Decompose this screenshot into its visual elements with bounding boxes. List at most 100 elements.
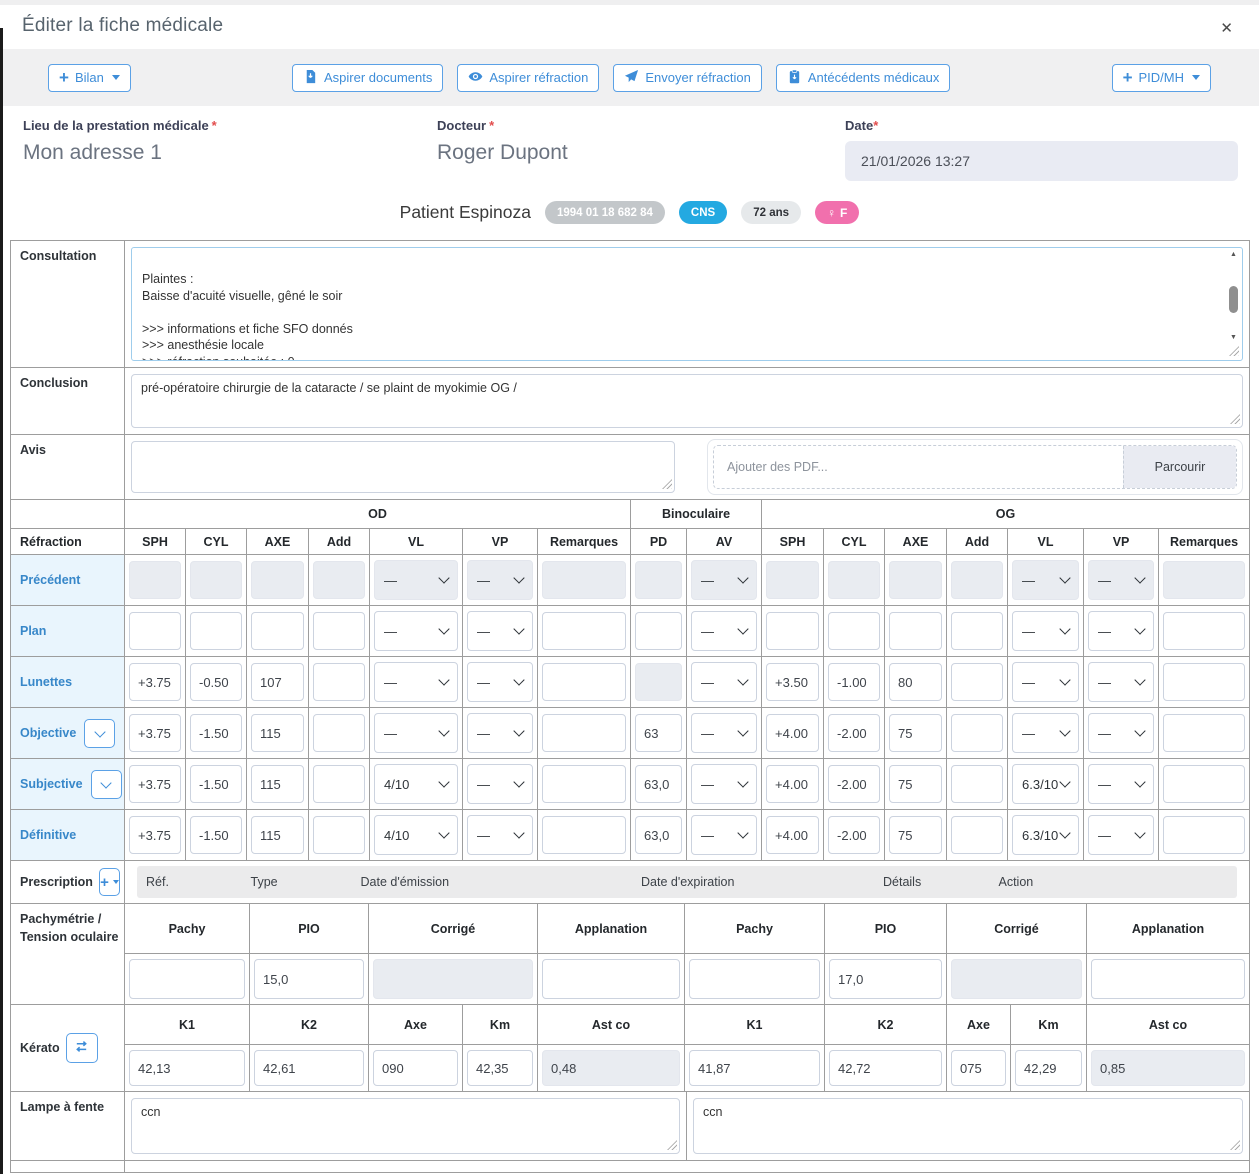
- axe-input[interactable]: [251, 612, 304, 650]
- docteur-value[interactable]: Roger Dupont: [437, 141, 845, 165]
- sph-input[interactable]: [129, 612, 181, 650]
- add-input[interactable]: [313, 663, 365, 701]
- pachy-od-input[interactable]: [129, 959, 245, 999]
- cyl-input[interactable]: [190, 612, 242, 650]
- av-select[interactable]: —: [691, 662, 757, 702]
- vl-select[interactable]: 4/10: [374, 815, 458, 855]
- axe-input[interactable]: [889, 816, 942, 854]
- vl-select[interactable]: 4/10: [374, 764, 458, 804]
- cyl-input[interactable]: [828, 663, 880, 701]
- lampe-og-textarea[interactable]: ccn: [693, 1098, 1243, 1154]
- pid-mh-button[interactable]: + PID/MH: [1112, 64, 1211, 92]
- vp-select[interactable]: —: [1088, 764, 1154, 804]
- add-prescription-button[interactable]: +: [99, 868, 120, 896]
- avis-textarea[interactable]: [131, 441, 675, 493]
- vl-select[interactable]: —: [1012, 611, 1079, 651]
- pd-input[interactable]: [635, 612, 682, 650]
- axe-input[interactable]: [251, 714, 304, 752]
- k2-og-input[interactable]: [829, 1050, 942, 1086]
- sph-input[interactable]: [766, 816, 819, 854]
- vp-select[interactable]: —: [1088, 815, 1154, 855]
- add-input[interactable]: [951, 765, 1003, 803]
- remarques-input[interactable]: [1163, 765, 1245, 803]
- add-input[interactable]: [313, 765, 365, 803]
- axe-input[interactable]: [889, 714, 942, 752]
- sph-input[interactable]: [129, 765, 181, 803]
- km-od-input[interactable]: [467, 1050, 533, 1086]
- sph-input[interactable]: [129, 816, 181, 854]
- add-input[interactable]: [951, 816, 1003, 854]
- date-input[interactable]: 21/01/2026 13:27: [845, 141, 1238, 181]
- cyl-input[interactable]: [828, 816, 880, 854]
- consultation-scrollbar[interactable]: ▲ ▼: [1226, 250, 1241, 342]
- cyl-input[interactable]: [190, 714, 242, 752]
- pio-od-input[interactable]: [254, 959, 364, 999]
- remarques-input[interactable]: [542, 765, 626, 803]
- k1-od-input[interactable]: [129, 1050, 245, 1086]
- remarques-input[interactable]: [1163, 714, 1245, 752]
- remarques-input[interactable]: [542, 816, 626, 854]
- axe-input[interactable]: [251, 816, 304, 854]
- remarques-input[interactable]: [1163, 663, 1245, 701]
- sph-input[interactable]: [129, 714, 181, 752]
- pd-input[interactable]: [635, 816, 682, 854]
- sph-input[interactable]: [129, 663, 181, 701]
- pachy-og-input[interactable]: [689, 959, 820, 999]
- axe-input[interactable]: [889, 612, 942, 650]
- axe-od-input[interactable]: [373, 1050, 458, 1086]
- vp-select[interactable]: —: [1088, 611, 1154, 651]
- remarques-input[interactable]: [542, 714, 626, 752]
- add-input[interactable]: [951, 612, 1003, 650]
- sph-input[interactable]: [766, 714, 819, 752]
- av-select[interactable]: —: [691, 713, 757, 753]
- cyl-input[interactable]: [190, 663, 242, 701]
- aspirer-documents-button[interactable]: Aspirer documents: [292, 64, 443, 92]
- sph-input[interactable]: [766, 765, 819, 803]
- consultation-textarea[interactable]: Plaintes : Baisse d'acuité visuelle, gên…: [131, 247, 1243, 361]
- vl-select[interactable]: —: [1012, 662, 1079, 702]
- av-select[interactable]: —: [691, 815, 757, 855]
- add-input[interactable]: [951, 714, 1003, 752]
- vl-select[interactable]: —: [374, 611, 458, 651]
- axe-input[interactable]: [889, 663, 942, 701]
- vl-select[interactable]: 6.3/10: [1012, 815, 1079, 855]
- axe-input[interactable]: [251, 765, 304, 803]
- envoyer-refraction-button[interactable]: Envoyer réfraction: [613, 64, 762, 92]
- aspirer-refraction-button[interactable]: Aspirer réfraction: [457, 64, 599, 92]
- vp-select[interactable]: —: [1088, 713, 1154, 753]
- applanation-og-input[interactable]: [1091, 959, 1245, 999]
- remarques-input[interactable]: [542, 612, 626, 650]
- remarques-input[interactable]: [542, 663, 626, 701]
- objective-expand-button[interactable]: [84, 719, 115, 748]
- pd-input[interactable]: [635, 765, 682, 803]
- remarques-input[interactable]: [1163, 612, 1245, 650]
- av-select[interactable]: —: [691, 764, 757, 804]
- sph-input[interactable]: [766, 663, 819, 701]
- cyl-input[interactable]: [190, 765, 242, 803]
- cyl-input[interactable]: [828, 714, 880, 752]
- cyl-input[interactable]: [828, 612, 880, 650]
- swap-od-og-button[interactable]: [66, 1033, 98, 1063]
- vl-select[interactable]: —: [374, 662, 458, 702]
- vl-select[interactable]: 6.3/10: [1012, 764, 1079, 804]
- antecedents-medicaux-button[interactable]: Antécédents médicaux: [776, 64, 951, 92]
- vl-select[interactable]: —: [374, 713, 458, 753]
- bilan-button[interactable]: + Bilan: [48, 64, 131, 92]
- k1-og-input[interactable]: [689, 1050, 820, 1086]
- scroll-down-icon[interactable]: ▼: [1230, 333, 1237, 342]
- pio-og-input[interactable]: [829, 959, 942, 999]
- lampe-od-textarea[interactable]: ccn: [131, 1098, 680, 1154]
- scrollbar-thumb[interactable]: [1229, 286, 1238, 313]
- vp-select[interactable]: —: [467, 815, 533, 855]
- pd-input[interactable]: [635, 714, 682, 752]
- cyl-input[interactable]: [190, 816, 242, 854]
- pdf-dropzone[interactable]: Ajouter des PDF... Parcourir: [707, 439, 1243, 495]
- vp-select[interactable]: —: [467, 662, 533, 702]
- sph-input[interactable]: [766, 612, 819, 650]
- close-icon[interactable]: ✕: [1214, 15, 1239, 41]
- axe-input[interactable]: [251, 663, 304, 701]
- add-input[interactable]: [313, 714, 365, 752]
- conclusion-textarea[interactable]: pré-opératoire chirurgie de la cataracte…: [131, 374, 1243, 428]
- remarques-input[interactable]: [1163, 816, 1245, 854]
- add-input[interactable]: [951, 663, 1003, 701]
